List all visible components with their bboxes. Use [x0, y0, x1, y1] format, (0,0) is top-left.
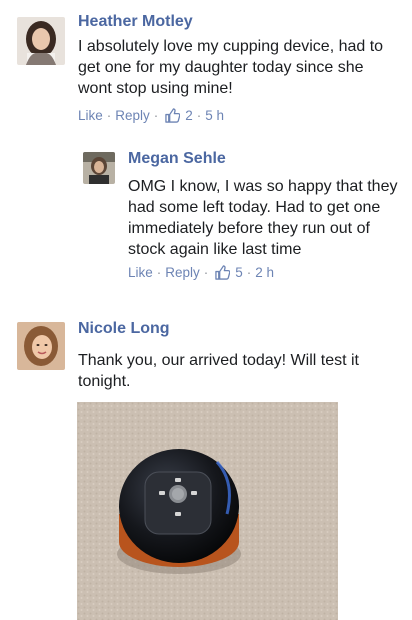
thumbs-up-icon	[215, 265, 231, 280]
reply-link[interactable]: Reply	[115, 108, 150, 123]
avatar[interactable]	[17, 322, 65, 370]
avatar[interactable]	[83, 152, 115, 184]
comment-actions: Like · Reply · 5 · 2 h	[128, 265, 274, 280]
comment-photo[interactable]	[77, 402, 338, 620]
reply-link[interactable]: Reply	[165, 265, 200, 280]
comment-text: OMG I know, I was so happy that they had…	[128, 178, 398, 258]
timestamp[interactable]: 5 h	[205, 108, 224, 123]
separator: ·	[196, 108, 202, 123]
author-name[interactable]: Heather Motley	[78, 13, 193, 31]
avatar[interactable]	[17, 17, 65, 65]
timestamp[interactable]: 2 h	[255, 265, 274, 280]
separator: ·	[246, 265, 252, 280]
like-count[interactable]: 2	[185, 108, 193, 123]
comment-text: Thank you, our arrived today! Will test …	[78, 352, 359, 390]
separator: ·	[156, 265, 162, 280]
comment-actions: Like · Reply · 2 · 5 h	[78, 108, 224, 123]
like-count[interactable]: 5	[235, 265, 243, 280]
like-link[interactable]: Like	[78, 108, 103, 123]
separator: ·	[203, 265, 209, 280]
separator: ·	[153, 108, 159, 123]
author-name[interactable]: Nicole Long	[78, 320, 170, 338]
author-name[interactable]: Megan Sehle	[128, 150, 226, 168]
separator: ·	[106, 108, 112, 123]
comment-text: I absolutely love my cupping device, had…	[78, 38, 384, 97]
like-link[interactable]: Like	[128, 265, 153, 280]
thumbs-up-icon	[165, 108, 181, 123]
